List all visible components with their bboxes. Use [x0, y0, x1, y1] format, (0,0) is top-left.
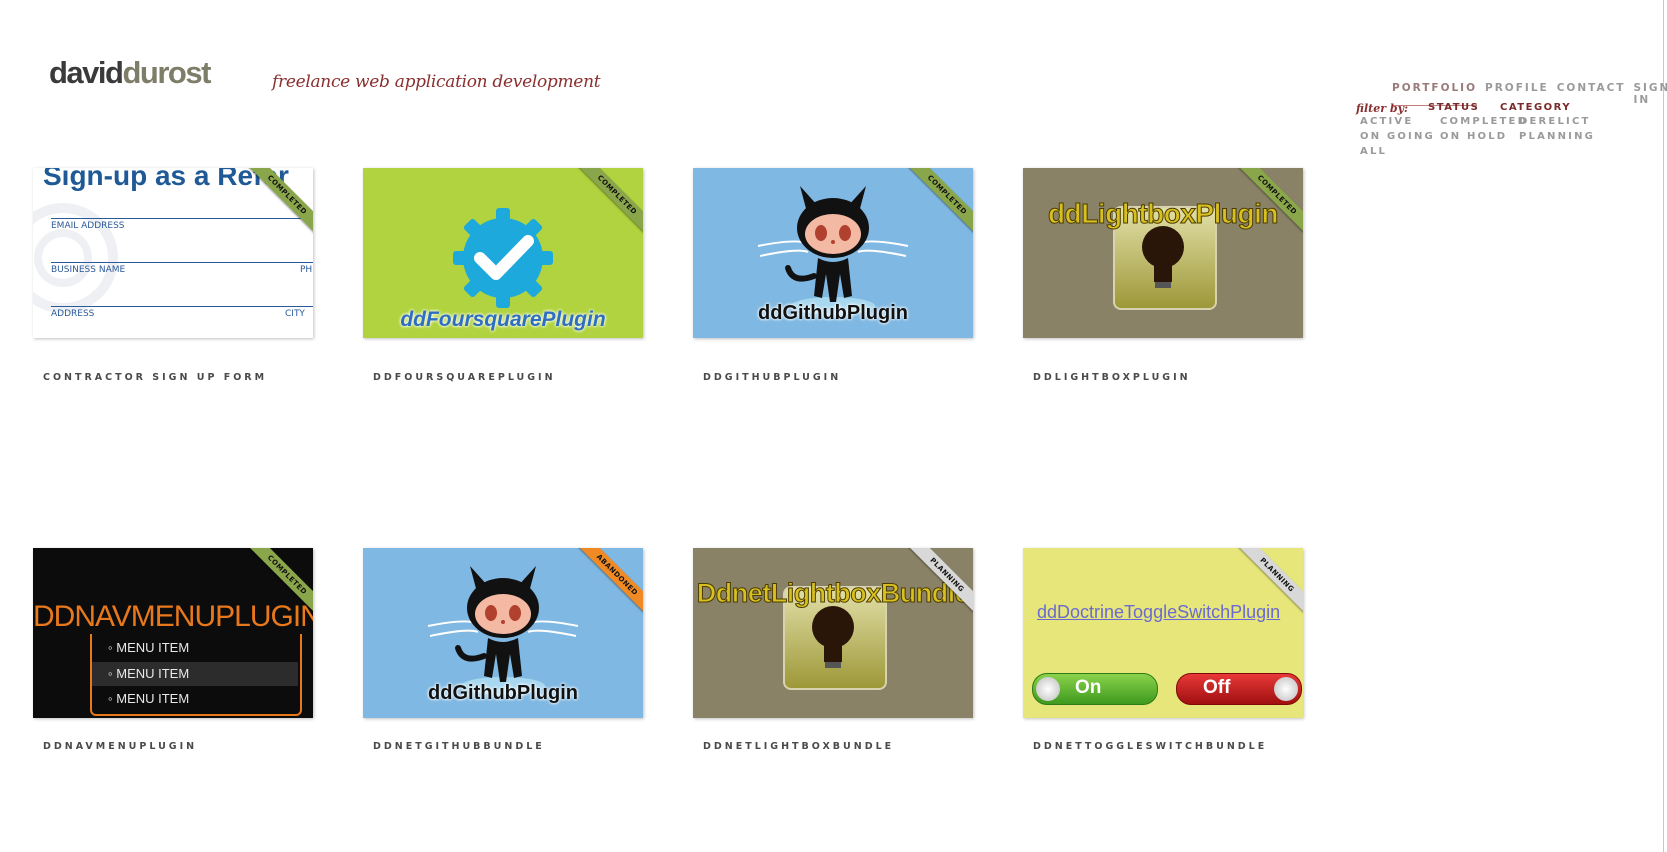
toggle-on-label: On	[1075, 677, 1102, 698]
status-ribbon: COMPLETED	[1219, 168, 1303, 252]
logo-first: david	[49, 55, 124, 90]
toggle-off-switch: Off	[1176, 673, 1302, 705]
site-logo[interactable]: daviddurost	[49, 55, 211, 91]
project-caption[interactable]: DDNAVMENUPLUGIN	[43, 741, 197, 752]
filter-label: filter by:	[1356, 102, 1409, 115]
project-card-ddnavmenuplugin[interactable]: DDNAVMENUPLUGIN ◦ MENU ITEM ◦ MENU ITEM …	[33, 548, 313, 718]
lightbulb-icon	[812, 606, 854, 668]
status-badge: COMPLETED	[566, 168, 643, 246]
project-card-ddnettoggleswitchbundle[interactable]: ddDoctrineToggleSwitchPlugin On Off PLAN…	[1023, 548, 1303, 718]
filter-all[interactable]: ALL	[1360, 146, 1387, 157]
status-ribbon: COMPLETED	[889, 168, 973, 252]
project-caption[interactable]: DDGITHUBPLUGIN	[703, 372, 841, 383]
thumb-title: ddGithubPlugin	[428, 682, 578, 704]
status-badge: ABANDONED	[566, 548, 643, 626]
status-badge: COMPLETED	[896, 168, 973, 246]
form-line	[51, 306, 313, 307]
nav-sign-in[interactable]: SIGN IN	[1633, 82, 1667, 106]
project-card-ddgithubplugin[interactable]: ddGithubPlugin COMPLETED	[693, 168, 973, 338]
scrollbar-track[interactable]	[1663, 0, 1664, 852]
project-card-ddlightboxplugin[interactable]: ddLightboxPlugin COMPLETED	[1023, 168, 1303, 338]
project-card-contractor-sign-up-form[interactable]: Sign-up as a Refer EMAIL ADDRESS BUSINES…	[33, 168, 313, 338]
project-card-ddnetlightboxbundle[interactable]: DdnetLightboxBundle PLANNING	[693, 548, 973, 718]
filter-completed[interactable]: COMPLETED	[1440, 116, 1528, 127]
status-badge: PLANNING	[896, 548, 973, 626]
filter-on-hold[interactable]: ON HOLD	[1440, 131, 1507, 142]
toggle-knob	[1274, 677, 1298, 701]
form-line	[51, 262, 313, 263]
project-caption[interactable]: DDLIGHTBOXPLUGIN	[1033, 372, 1191, 383]
filter-status-heading[interactable]: STATUS	[1428, 102, 1479, 113]
status-ribbon: COMPLETED	[559, 168, 643, 252]
project-card-ddfoursquareplugin[interactable]: ddFoursquarePlugin COMPLETED	[363, 168, 643, 338]
lightbulb-icon	[1142, 226, 1184, 288]
form-label-address: ADDRESS	[51, 309, 95, 319]
filter-category-heading[interactable]: CATEGORY	[1500, 102, 1571, 113]
status-badge: COMPLETED	[1226, 168, 1303, 246]
filter-on-going[interactable]: ON GOING	[1360, 131, 1435, 142]
status-ribbon: PLANNING	[889, 548, 973, 632]
filter-active[interactable]: ACTIVE	[1360, 116, 1413, 127]
project-card-ddnetgithubbundle[interactable]: ddGithubPlugin ABANDONED	[363, 548, 643, 718]
toggle-off-label: Off	[1203, 677, 1231, 698]
filter-derelict[interactable]: DERELICT	[1519, 116, 1591, 127]
form-label-ph: PH	[300, 265, 313, 275]
verified-gear-icon	[453, 208, 553, 308]
toggle-on-switch: On	[1032, 673, 1158, 705]
menu-item: ◦ MENU ITEM	[108, 691, 190, 706]
form-label-business: BUSINESS NAME	[51, 265, 126, 275]
project-caption[interactable]: CONTRACTOR SIGN UP FORM	[43, 372, 267, 383]
project-caption[interactable]: DDNETLIGHTBOXBUNDLE	[703, 741, 894, 752]
status-badge: PLANNING	[1226, 548, 1303, 626]
status-ribbon: COMPLETED	[229, 548, 313, 632]
status-ribbon: ABANDONED	[559, 548, 643, 632]
project-caption[interactable]: DDNETGITHUBBUNDLE	[373, 741, 545, 752]
logo-last: durost	[122, 55, 211, 90]
form-label-email: EMAIL ADDRESS	[51, 221, 125, 231]
menu-item: ◦ MENU ITEM	[92, 662, 298, 686]
thumb-title: ddGithubPlugin	[758, 302, 908, 324]
toggle-knob	[1036, 677, 1060, 701]
filter-planning[interactable]: PLANNING	[1519, 131, 1595, 142]
site-tagline: freelance web application development	[272, 72, 601, 92]
thumb-title: ddFoursquarePlugin	[400, 308, 606, 331]
status-ribbon: COMPLETED	[229, 168, 313, 252]
status-badge: COMPLETED	[236, 548, 313, 626]
project-caption[interactable]: DDNETTOGGLESWITCHBUNDLE	[1033, 741, 1267, 752]
menu-item: ◦ MENU ITEM	[108, 640, 190, 655]
status-ribbon: PLANNING	[1219, 548, 1303, 632]
form-label-city: CITY	[285, 309, 305, 319]
status-badge: COMPLETED	[236, 168, 313, 246]
project-caption[interactable]: DDFOURSQUAREPLUGIN	[373, 372, 556, 383]
